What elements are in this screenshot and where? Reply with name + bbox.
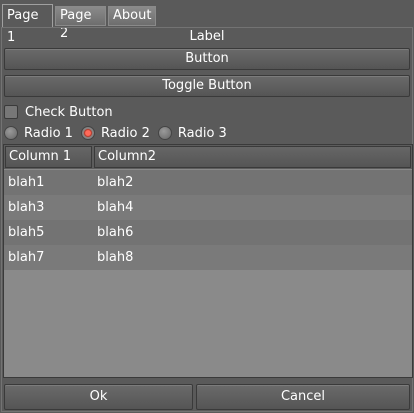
radio-group: Radio 1 Radio 2 Radio 3 <box>4 124 235 142</box>
tab-panel: Label Button Toggle Button Check Button … <box>1 27 413 412</box>
tab-page-1[interactable]: Page 1 <box>2 4 53 45</box>
table-row[interactable]: blah1 blah2 <box>4 170 412 195</box>
column-header-1[interactable]: Column 1 <box>5 146 92 168</box>
checkbox[interactable] <box>4 105 18 119</box>
table-row[interactable]: blah5 blah6 <box>4 220 412 245</box>
table-row[interactable]: blah3 blah4 <box>4 195 412 220</box>
radio-1-label: Radio 1 <box>24 125 73 141</box>
check-button-row[interactable]: Check Button <box>4 103 113 121</box>
radio-2-label: Radio 2 <box>100 125 150 141</box>
tree-view[interactable]: Column 1 Column2 blah1 blah2 blah3 blah4… <box>3 144 413 378</box>
table-cell: blah5 <box>8 225 45 240</box>
table-row[interactable]: blah7 blah8 <box>4 245 412 270</box>
column-header-2[interactable]: Column2 <box>94 146 411 168</box>
button[interactable]: Button <box>4 48 410 70</box>
tab-page-2[interactable]: Page 2 <box>55 6 106 41</box>
tab-about[interactable]: About <box>108 6 156 26</box>
table-cell: blah1 <box>8 175 45 190</box>
label-text: Label <box>189 29 225 44</box>
radio-3[interactable] <box>157 126 172 140</box>
table-cell: blah6 <box>97 225 134 240</box>
radio-2[interactable] <box>80 126 95 140</box>
table-cell: blah8 <box>97 250 134 265</box>
table-cell: blah7 <box>8 250 45 265</box>
radio-1[interactable] <box>4 126 18 140</box>
radio-3-label: Radio 3 <box>177 125 227 141</box>
toggle-button[interactable]: Toggle Button <box>4 75 410 97</box>
cancel-button[interactable]: Cancel <box>196 384 410 410</box>
check-button-label: Check Button <box>25 104 113 120</box>
table-header: Column 1 Column2 <box>4 145 412 169</box>
table-cell: blah3 <box>8 200 45 215</box>
ok-button[interactable]: Ok <box>4 384 193 410</box>
table-cell: blah4 <box>97 200 134 215</box>
table-cell: blah2 <box>97 175 134 190</box>
